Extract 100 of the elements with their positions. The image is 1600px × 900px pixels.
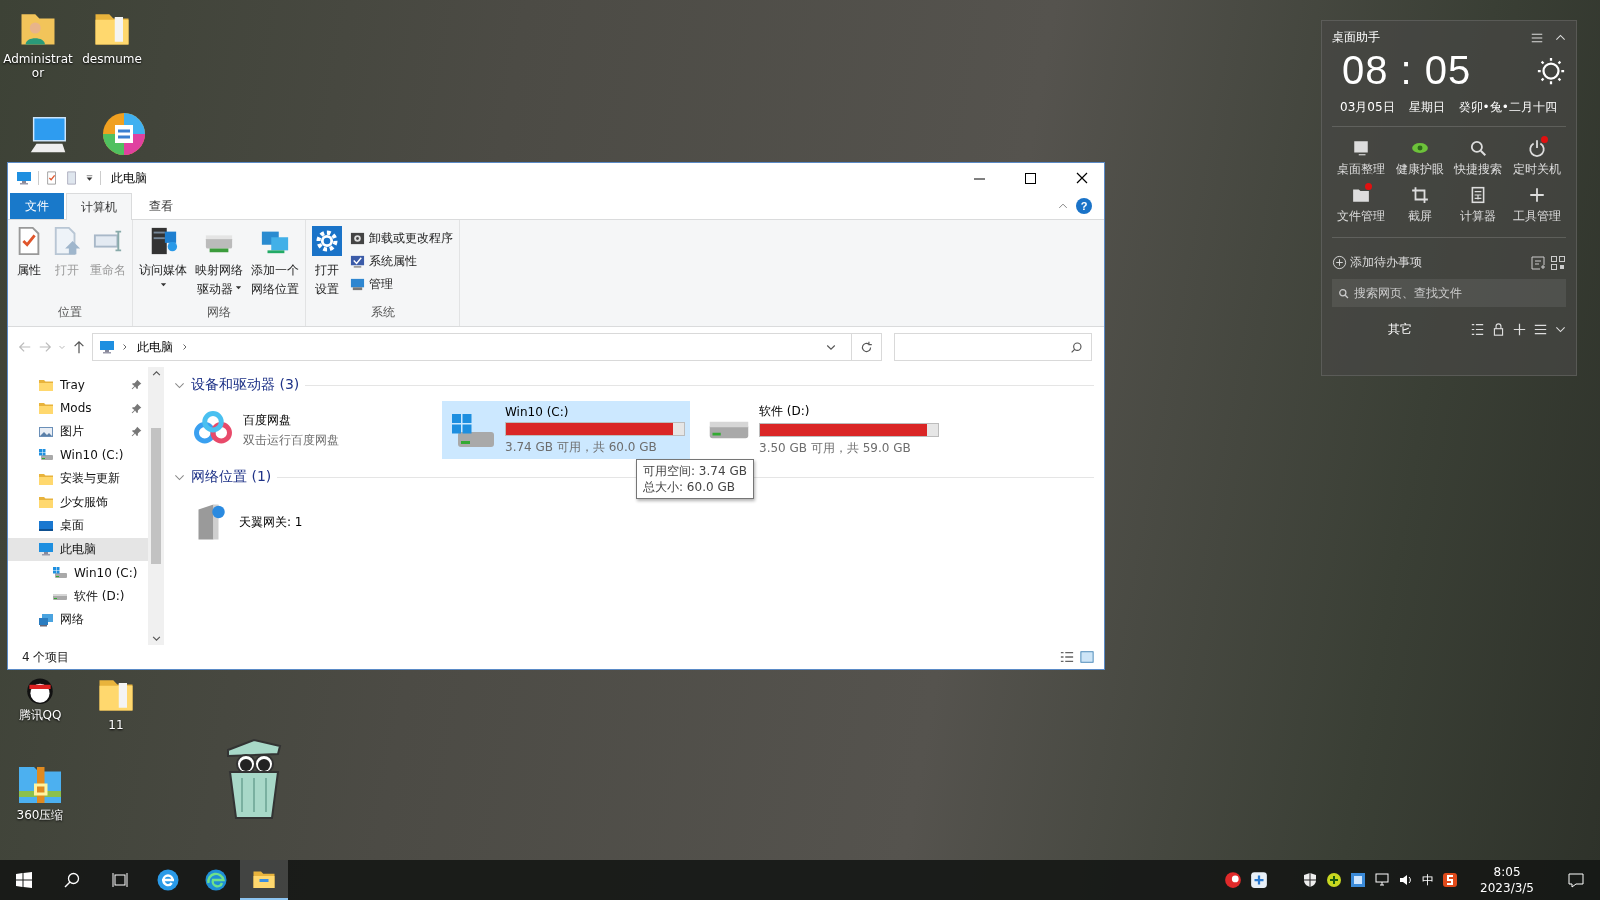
address-bar[interactable]: 此电脑 <box>92 333 852 361</box>
app-icon[interactable] <box>1442 872 1459 888</box>
ribbon-button[interactable]: 管理 <box>347 274 456 295</box>
checkmark-document-icon[interactable] <box>45 171 59 185</box>
nav-item[interactable]: 安装与更新 <box>8 467 148 491</box>
list-icon[interactable] <box>1471 323 1484 336</box>
chevron-up-icon[interactable] <box>1555 32 1566 43</box>
pin-icon[interactable] <box>131 426 142 438</box>
group-header[interactable]: 设备和驱动器 (3) <box>191 376 300 394</box>
browser-icon <box>204 868 228 892</box>
note-add-icon[interactable] <box>1530 254 1546 271</box>
ribbon-tab[interactable]: 计算机 <box>66 193 132 220</box>
drive-tile[interactable]: 软件 (D:) 3.50 GB 可用，共 59.0 GB <box>700 401 948 459</box>
app-icon[interactable] <box>1350 872 1367 888</box>
group-header[interactable]: 网络位置 (1) <box>191 468 272 486</box>
scroll-up-icon[interactable] <box>151 369 161 378</box>
nav-item[interactable]: Win10 (C:) <box>8 443 148 467</box>
up-arrow-icon[interactable] <box>72 340 86 354</box>
breadcrumb[interactable]: 此电脑 <box>135 338 175 356</box>
nav-item[interactable]: Win10 (C:) <box>8 561 148 585</box>
desktop-icon-label[interactable]: 360压缩 <box>2 808 78 823</box>
refresh-icon <box>860 340 873 354</box>
folder-icon <box>38 400 54 417</box>
ribbon-tab[interactable]: 查看 <box>134 193 188 219</box>
tool-button[interactable]: 计算器 <box>1449 186 1508 225</box>
tool-button[interactable]: 文件管理 <box>1332 186 1391 225</box>
drive-tile[interactable]: 百度网盘 双击运行百度网盘 <box>184 401 432 459</box>
lock-icon[interactable] <box>1492 323 1505 336</box>
app-icon <box>100 110 148 158</box>
nav-item[interactable]: 网络 <box>8 608 148 632</box>
chevron-down-icon[interactable] <box>1555 324 1566 335</box>
desktop-icon-label[interactable]: desmume <box>74 52 150 67</box>
drive-icon <box>707 419 751 441</box>
nav-item[interactable]: 少女服饰 <box>8 490 148 514</box>
tool-button[interactable]: 定时关机 <box>1507 139 1566 178</box>
large-icons-view-icon[interactable] <box>1080 650 1094 664</box>
crop-icon <box>1410 186 1429 204</box>
app-icon[interactable] <box>1250 871 1269 889</box>
drive-icon <box>52 564 68 581</box>
help-button[interactable]: ? <box>1076 198 1092 214</box>
taskbar-clock[interactable]: 8:05 2023/3/5 <box>1466 864 1548 896</box>
close-icon <box>1075 172 1088 184</box>
ribbon-button[interactable]: 系统属性 <box>347 251 456 272</box>
tool-button[interactable]: 桌面整理 <box>1332 139 1391 178</box>
scrollbar[interactable] <box>148 367 164 645</box>
desktop-icon-label[interactable]: 腾讯QQ <box>2 708 78 723</box>
tool-button[interactable]: 健康护眼 <box>1390 139 1449 178</box>
search-icon <box>64 872 80 888</box>
monitor-check-icon <box>350 254 365 269</box>
pin-icon[interactable] <box>131 402 142 414</box>
input-method-indicator[interactable]: 中 <box>1422 871 1435 889</box>
add-todo-button[interactable]: 添加待办事项 <box>1332 254 1422 271</box>
computer-icon <box>38 541 54 558</box>
ribbon-button[interactable]: 属性 <box>11 224 47 304</box>
drive-tile[interactable]: Win10 (C:) 3.74 GB 可用，共 60.0 GB <box>442 401 690 459</box>
search-field[interactable] <box>894 333 1092 361</box>
plus-icon[interactable] <box>1513 323 1526 336</box>
chevron-up-icon[interactable] <box>1058 201 1068 211</box>
tool-button[interactable]: 快捷搜索 <box>1449 139 1508 178</box>
nav-item[interactable]: 此电脑 <box>8 537 148 561</box>
menu-icon[interactable] <box>1531 31 1543 44</box>
plus-circle-icon <box>1332 255 1347 270</box>
ribbon-button[interactable]: 映射网络 驱动器 <box>192 224 246 304</box>
ribbon-button[interactable]: 卸载或更改程序 <box>347 228 456 249</box>
network-icon[interactable] <box>1374 872 1391 888</box>
plus-circle-icon[interactable] <box>1326 872 1343 888</box>
weekday-text: 星期日 <box>1408 99 1445 116</box>
menu-icon[interactable] <box>1534 323 1547 336</box>
nav-item[interactable]: Tray <box>8 373 148 397</box>
speech-bubble-icon <box>1568 872 1584 888</box>
qr-code-icon[interactable] <box>1550 254 1566 271</box>
program-icon <box>350 231 365 246</box>
ribbon-button[interactable]: 添加一个 网络位置 <box>248 224 302 304</box>
tool-button[interactable]: 截屏 <box>1390 186 1449 225</box>
chevron-right-icon <box>181 343 189 351</box>
scroll-down-icon[interactable] <box>151 634 161 643</box>
ribbon-button[interactable]: 打开 设置 <box>309 224 345 304</box>
app-icon[interactable] <box>1224 871 1243 889</box>
ribbon-button[interactable]: 访问媒体 <box>136 224 190 304</box>
pin-icon[interactable] <box>131 379 142 391</box>
sun-icon[interactable] <box>1536 55 1566 86</box>
desktop-icon-label[interactable]: Administrator <box>0 52 76 81</box>
taskbar-app[interactable] <box>240 860 288 900</box>
refresh-button[interactable] <box>852 333 882 361</box>
computer-icon <box>99 339 115 355</box>
category-label[interactable]: 其它 <box>1388 321 1412 338</box>
drive-tile[interactable]: 天翼网关: 1 <box>184 493 432 551</box>
nav-item[interactable]: 软件 (D:) <box>8 584 148 608</box>
widget-title: 桌面助手 <box>1332 29 1380 46</box>
details-view-icon[interactable] <box>1060 650 1074 664</box>
caret-icon[interactable] <box>85 173 94 183</box>
shield-icon[interactable] <box>1302 872 1319 888</box>
desktop-icon-label[interactable]: 11 <box>78 718 154 733</box>
search-icon <box>1070 340 1083 354</box>
nav-item[interactable]: 图片 <box>8 420 148 444</box>
chevron-right-icon <box>121 343 129 351</box>
tool-button[interactable]: 工具管理 <box>1507 186 1566 225</box>
nav-item[interactable]: Mods <box>8 396 148 420</box>
nav-item[interactable]: 桌面 <box>8 514 148 538</box>
ribbon-tab[interactable]: 文件 <box>10 193 64 219</box>
